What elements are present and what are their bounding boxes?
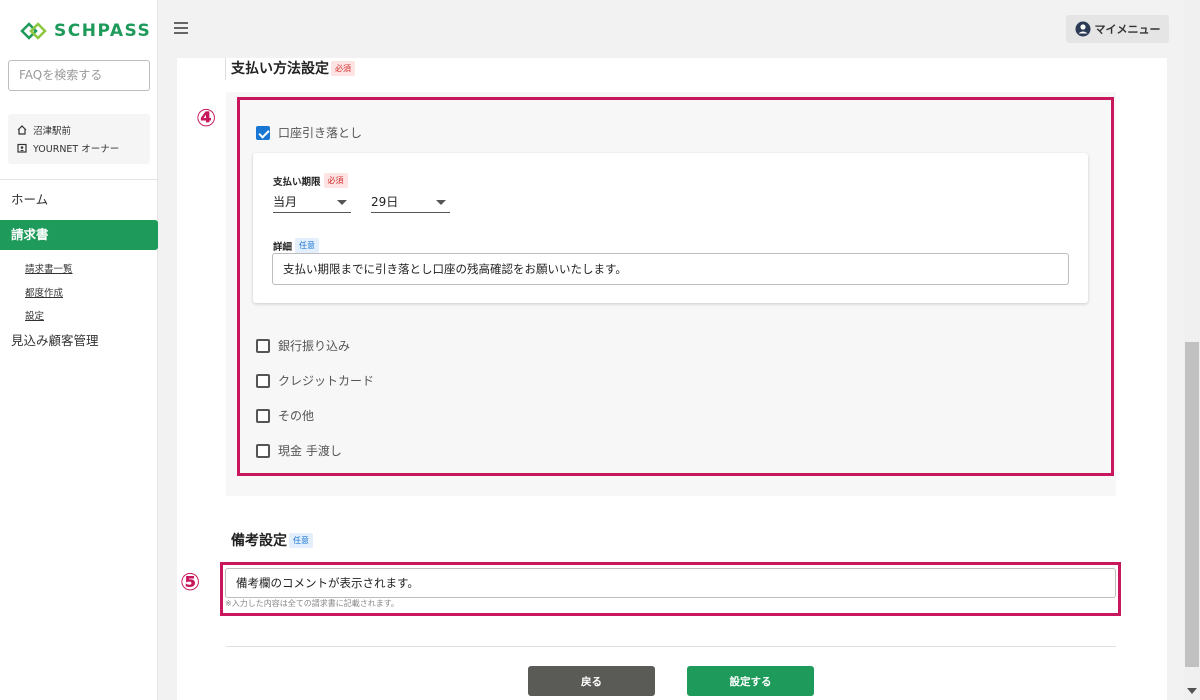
my-menu-button[interactable]: マイメニュー <box>1066 15 1169 43</box>
faq-search-input[interactable]: FAQを検索する <box>8 60 150 91</box>
remarks-title: 備考設定 任意 <box>231 530 313 550</box>
sidebar-divider <box>0 179 158 180</box>
section-guide-line <box>225 58 226 80</box>
highlight-box-5 <box>220 562 1121 616</box>
sidebar-item-invoice[interactable]: 請求書 <box>0 220 158 250</box>
role-row: YOURNET オーナー <box>17 139 150 157</box>
sidebar-item-home[interactable]: ホーム <box>0 190 158 210</box>
school-row: 沼津駅前 <box>17 121 150 139</box>
badge-icon <box>17 143 27 153</box>
school-name: 沼津駅前 <box>33 126 72 137</box>
schpass-logo-icon <box>20 22 47 40</box>
sidebar: SCHPASS FAQを検索する 沼津駅前 YOURNET オーナー ホーム 請… <box>0 0 158 700</box>
my-menu-label: マイメニュー <box>1094 23 1161 36</box>
sidebar-subitem-create[interactable]: 都度作成 <box>25 285 63 299</box>
sidebar-item-prospect[interactable]: 見込み顧客管理 <box>0 331 158 351</box>
payment-method-title: 支払い方法設定 必須 <box>231 58 355 78</box>
scrollbar-thumb[interactable] <box>1185 342 1199 667</box>
back-button[interactable]: 戻る <box>528 666 655 696</box>
marker-5: ⑤ <box>180 568 201 596</box>
home-icon <box>17 125 27 135</box>
sidebar-subitem-invoice-list[interactable]: 請求書一覧 <box>25 261 73 275</box>
account-circle-icon <box>1075 21 1090 37</box>
role-name: YOURNET オーナー <box>33 144 120 155</box>
save-settings-button[interactable]: 設定する <box>687 666 814 696</box>
required-badge: 必須 <box>331 60 355 76</box>
top-bar: マイメニュー <box>158 0 1200 58</box>
marker-4: ④ <box>196 104 217 132</box>
remarks-optional-badge: 任意 <box>289 532 313 548</box>
account-info: 沼津駅前 YOURNET オーナー <box>8 114 150 164</box>
logo[interactable]: SCHPASS <box>20 20 151 42</box>
footer-divider <box>226 646 1116 647</box>
hamburger-menu-icon[interactable] <box>174 22 188 34</box>
payment-method-title-text: 支払い方法設定 <box>231 61 329 77</box>
logo-text: SCHPASS <box>54 21 152 41</box>
highlight-box-4 <box>237 97 1114 476</box>
sidebar-subitem-settings[interactable]: 設定 <box>25 308 44 322</box>
scroll-down-arrow-icon[interactable] <box>1187 688 1197 694</box>
remarks-title-text: 備考設定 <box>231 533 287 549</box>
